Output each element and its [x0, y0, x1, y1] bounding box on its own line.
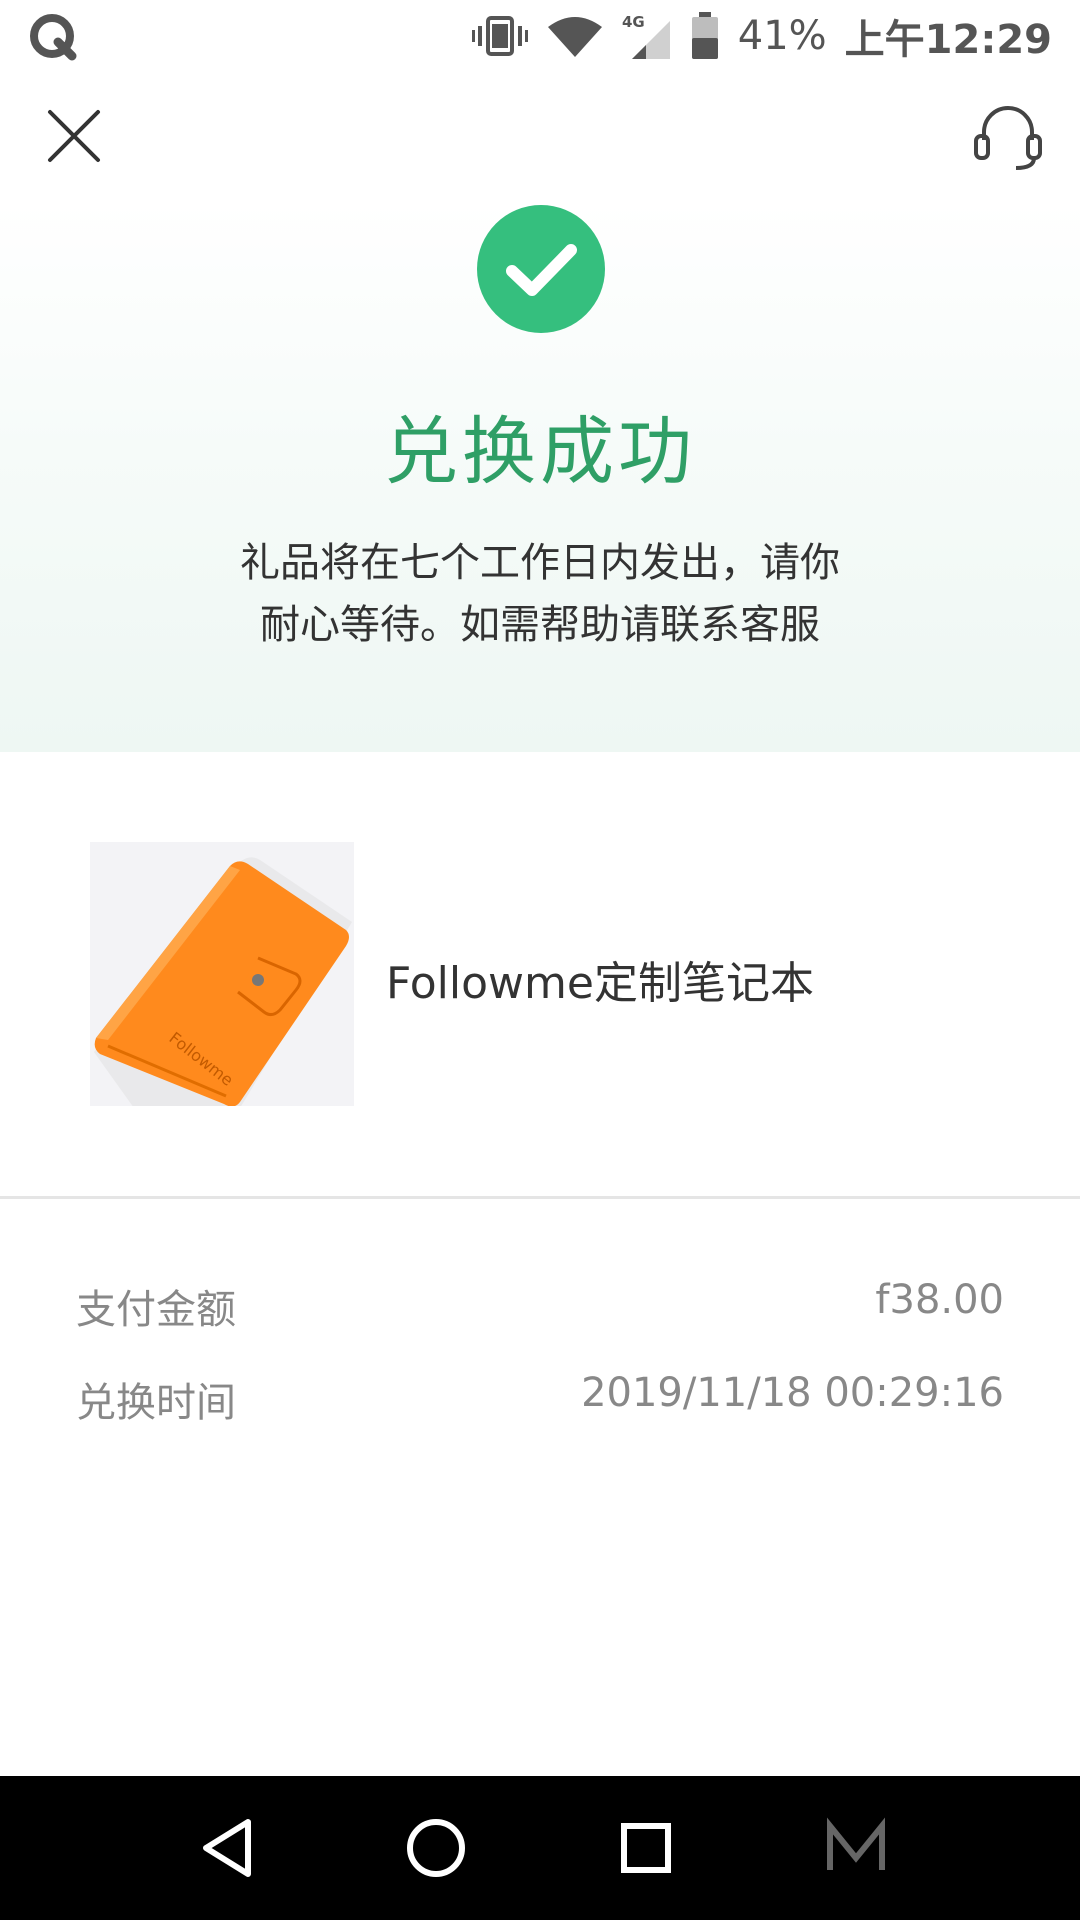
battery-percent: 41% [737, 13, 827, 59]
payment-label: 支付金额 [76, 1287, 236, 1333]
screen: 4G 41% 上午12:29 兑换成功 礼品将在七个工作日内发出，请你 耐心等待… [0, 0, 1080, 1920]
exchange-time-row: 兑换时间 2019/11/18 00:29:16 [76, 1370, 1004, 1430]
exchange-time-value: 2019/11/18 00:29:16 [581, 1370, 1004, 1416]
product-card: Followme Followme定制笔记本 [0, 752, 1080, 1197]
success-hero: 兑换成功 礼品将在七个工作日内发出，请你 耐心等待。如需帮助请联系客服 [0, 202, 1080, 752]
signal-4g-icon: 4G [622, 13, 670, 59]
success-description: 礼品将在七个工作日内发出，请你 耐心等待。如需帮助请联系客服 [200, 532, 880, 656]
exchange-time-label: 兑换时间 [76, 1380, 236, 1426]
home-icon[interactable] [396, 1808, 476, 1888]
back-icon[interactable] [188, 1808, 268, 1888]
system-nav-bar [0, 1776, 1080, 1920]
headset-icon[interactable] [970, 98, 1046, 174]
status-bar: 4G 41% 上午12:29 [0, 0, 1080, 72]
app-q-icon [30, 14, 77, 61]
orange-notebook-image[interactable]: Followme [90, 842, 354, 1106]
status-right: 4G 41% 上午12:29 [454, 0, 1052, 72]
battery-icon [691, 12, 718, 59]
menu-m-icon[interactable] [816, 1808, 896, 1888]
wifi-icon [547, 17, 602, 57]
vibrate-icon [471, 16, 528, 56]
checkmark-circle-icon [477, 205, 605, 333]
top-bar [0, 72, 1080, 202]
description-line-2: 耐心等待。如需帮助请联系客服 [260, 602, 820, 648]
success-title: 兑换成功 [384, 409, 696, 495]
svg-text:4G: 4G [622, 13, 645, 31]
payment-value: f38.00 [875, 1277, 1004, 1323]
product-name: Followme定制笔记本 [386, 958, 814, 1009]
description-line-1: 礼品将在七个工作日内发出，请你 [240, 540, 840, 586]
close-icon[interactable] [40, 102, 108, 170]
payment-row: 支付金额 f38.00 [76, 1277, 1004, 1337]
recents-icon[interactable] [606, 1808, 686, 1888]
clock: 上午12:29 [844, 17, 1052, 63]
divider [0, 1196, 1080, 1199]
